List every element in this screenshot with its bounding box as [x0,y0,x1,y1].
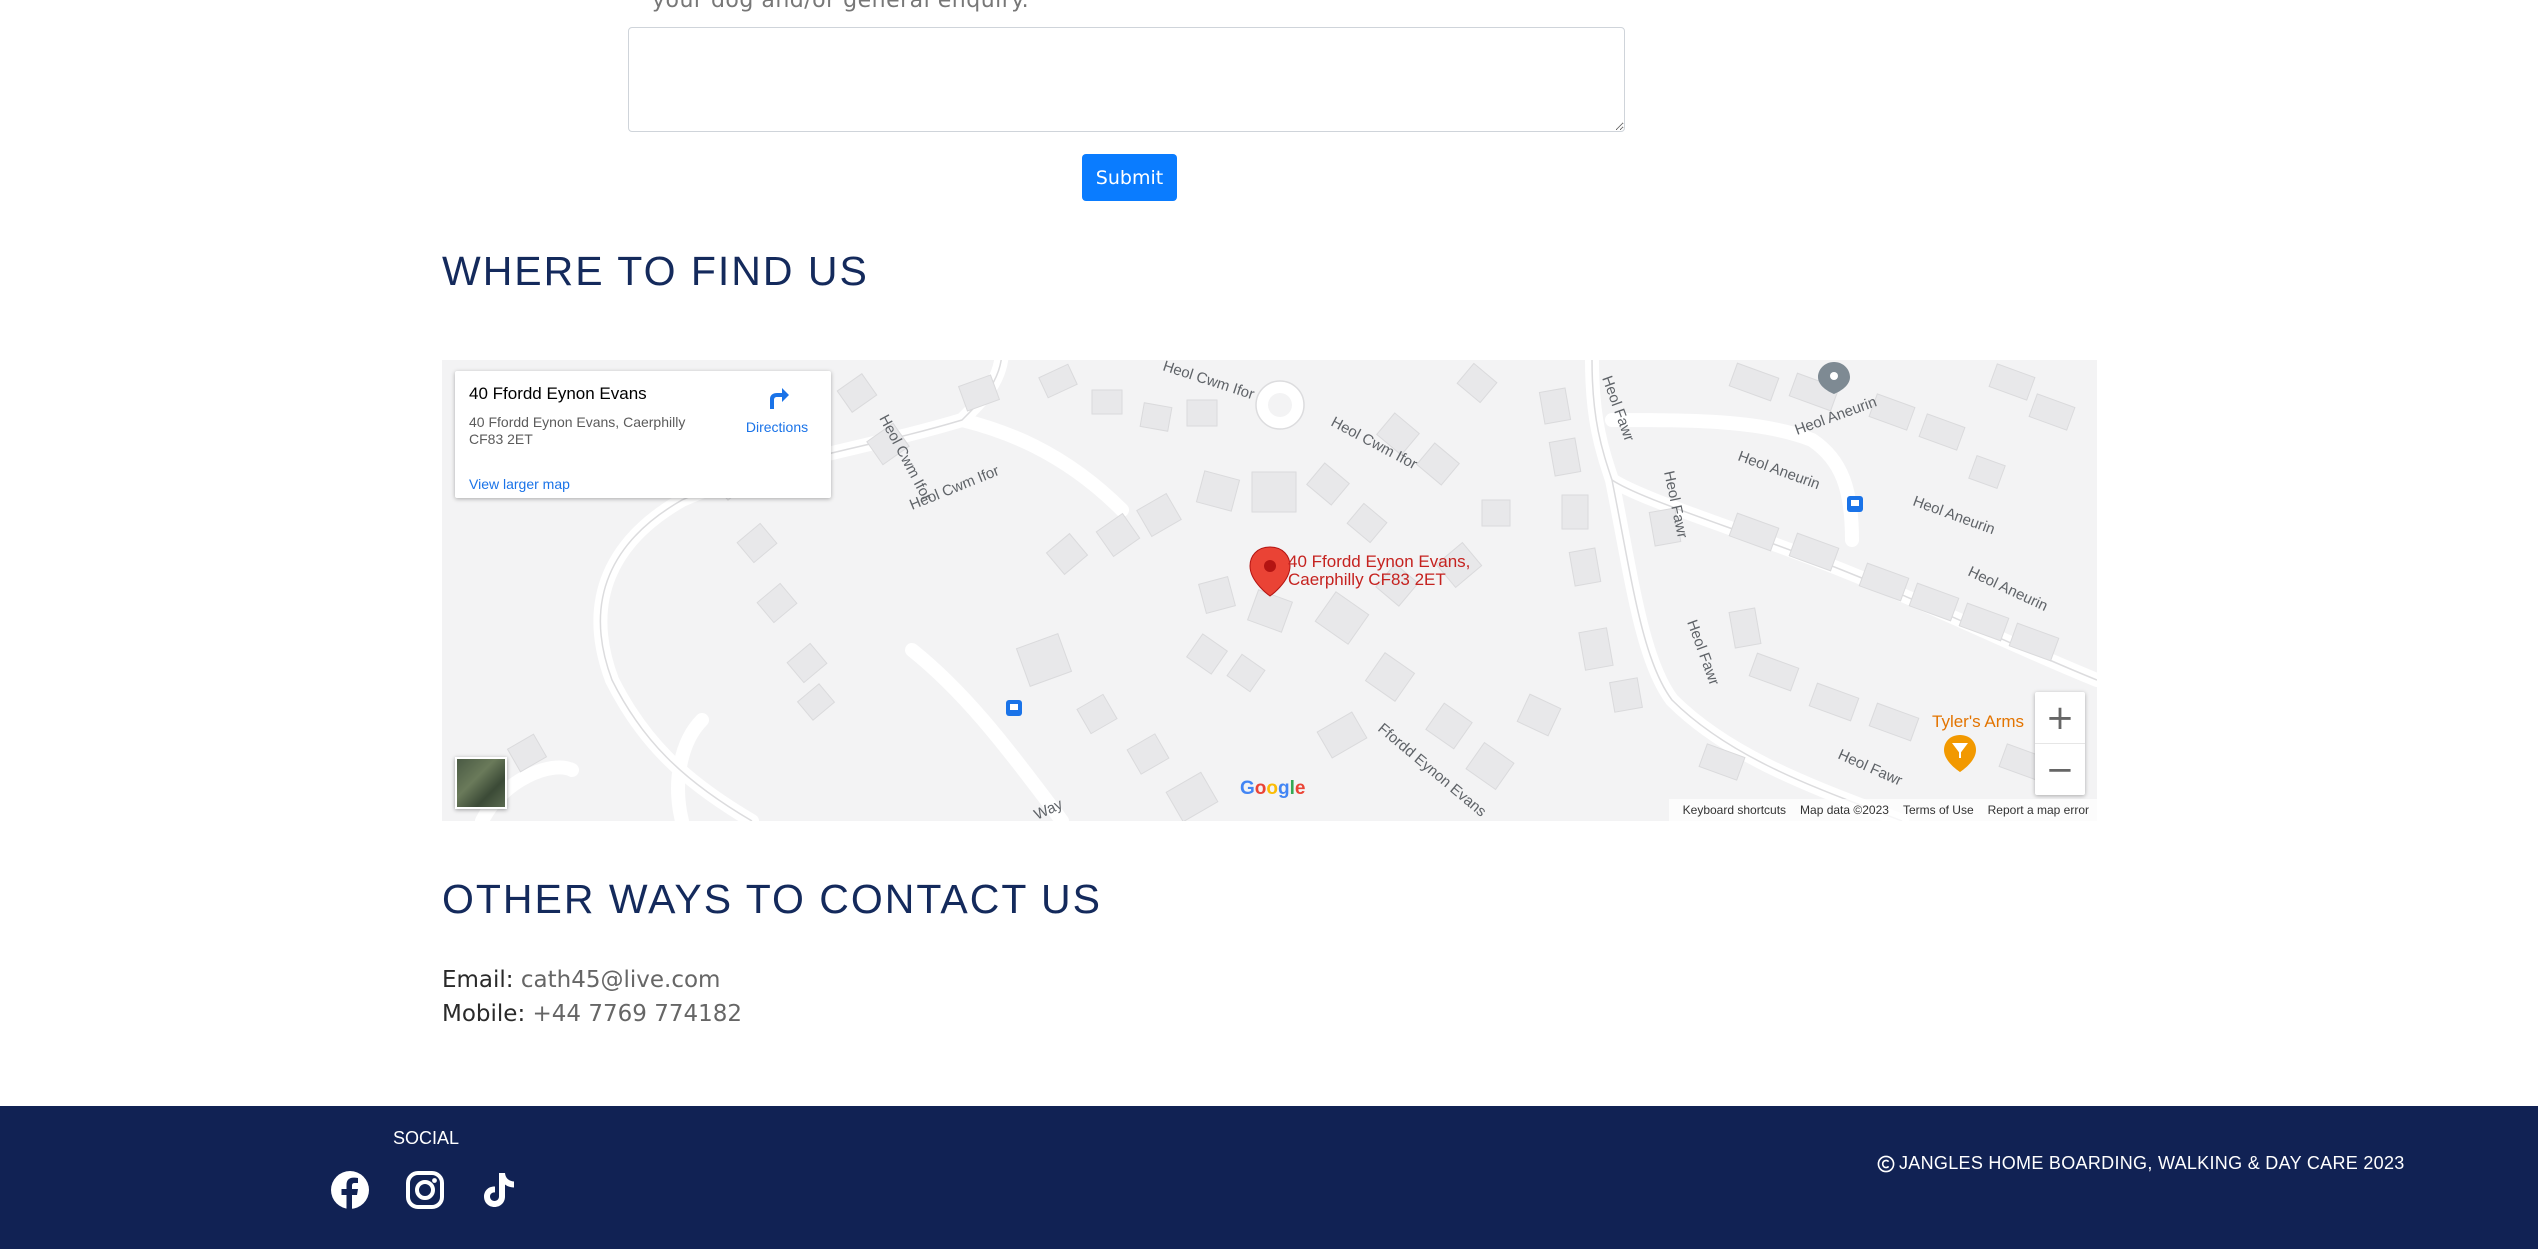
email-line: Email: cath45@live.com [442,967,720,993]
place-address: 40 Ffordd Eynon Evans, Caerphilly CF83 2… [469,414,686,447]
keyboard-shortcuts-link[interactable]: Keyboard shortcuts [1683,803,1786,817]
tiktok-icon[interactable] [478,1170,518,1210]
directions-icon [770,388,789,409]
other-contact-heading: OTHER WAYS TO CONTACT US [442,876,1103,922]
google-logo: Google [1240,778,1306,799]
view-larger-map-link[interactable]: View larger map [469,476,570,492]
copyright-label: JANGLES HOME BOARDING, WALKING & DAY CAR… [1899,1153,2405,1173]
instagram-icon[interactable] [405,1170,445,1210]
submit-button[interactable]: Submit [1082,154,1177,201]
mobile-value[interactable]: +44 7769 774182 [533,1001,743,1027]
satellite-toggle[interactable] [455,757,507,809]
zoom-in-button[interactable]: + [2035,692,2085,744]
poi-label-tylers-arms[interactable]: Tyler's Arms [1932,712,2024,732]
place-title: 40 Ffordd Eynon Evans [469,384,647,403]
site-footer: SOCIAL JANGLES HOME BOARDING, WALKING & … [0,1106,2538,1249]
facebook-icon[interactable] [330,1170,370,1210]
zoom-out-button[interactable]: − [2035,744,2085,795]
zoom-controls: + − [2035,692,2085,795]
pin-label: 40 Ffordd Eynon Evans, Caerphilly CF83 2… [1288,553,1470,589]
mobile-line: Mobile: +44 7769 774182 [442,1001,742,1027]
message-textarea[interactable] [628,27,1625,132]
directions-button[interactable]: Directions [737,385,817,435]
form-helper-text: your dog and/or general enquiry. [652,0,1030,13]
copyright-text: JANGLES HOME BOARDING, WALKING & DAY CAR… [1877,1153,2405,1174]
directions-label: Directions [745,419,809,435]
terms-of-use-link[interactable]: Terms of Use [1903,803,1974,817]
where-to-find-us-heading: WHERE TO FIND US [442,248,869,294]
copyright-icon [1877,1155,1895,1172]
email-label: Email: [442,967,514,993]
pin-label-line: 40 Ffordd Eynon Evans, [1288,552,1471,571]
place-info-card: 40 Ffordd Eynon Evans 40 Ffordd Eynon Ev… [455,371,831,498]
email-value[interactable]: cath45@live.com [521,967,721,993]
map-attribution-bar: Keyboard shortcuts Map data ©2023 Terms … [1668,799,2097,821]
mobile-label: Mobile: [442,1001,526,1027]
google-map-embed[interactable]: Heol Cwm Ifor Heol Cwm Ifor Heol Cwm Ifo… [442,360,2097,821]
map-data-text: Map data ©2023 [1800,803,1889,817]
report-map-error-link[interactable]: Report a map error [1988,803,2089,817]
pin-label-line: Caerphilly CF83 2ET [1288,570,1446,589]
social-heading: SOCIAL [393,1128,460,1148]
